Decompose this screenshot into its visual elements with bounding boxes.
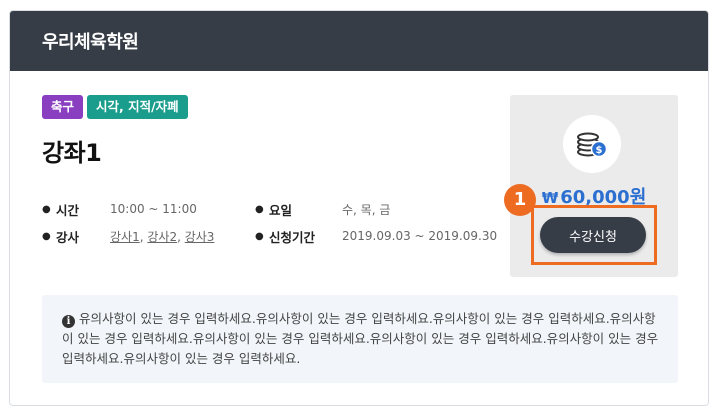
time-label: 시간 [56,202,80,218]
teacher-link[interactable]: 강사3 [185,230,215,244]
period-label: 신청기간 [269,229,316,245]
teacher-link[interactable]: 강사2 [147,230,177,244]
apply-button[interactable]: 수강신청 [540,217,646,253]
tag-list: 축구 시각, 지적/자폐 [42,95,188,119]
course-info-right: ● 요일 수, 목, 금 ● 신청기간 2019.09.03 ~ 2019.09… [255,197,497,251]
notice-text: 유의사항이 있는 경우 입력하세요.유의사항이 있는 경우 입력하세요.유의사항… [62,311,659,366]
notice-box: i 유의사항이 있는 경우 입력하세요.유의사항이 있는 경우 입력하세요.유의사… [42,295,678,383]
svg-text:$: $ [596,145,603,156]
teacher-label: 강사 [56,229,80,245]
day-value: 수, 목, 금 [342,202,391,217]
day-label: 요일 [269,202,293,218]
price-box: $ ₩60,000원 수강신청 [510,95,678,277]
teacher-row: ● 강사 강사1, 강사2, 강사3 [42,224,214,248]
bullet-icon: ● [255,230,264,242]
period-row: ● 신청기간 2019.09.03 ~ 2019.09.30 [255,224,497,248]
day-row: ● 요일 수, 목, 금 [255,197,497,221]
period-value: 2019.09.03 ~ 2019.09.30 [342,229,498,243]
time-value: 10:00 ~ 11:00 [110,202,197,216]
bullet-icon: ● [42,203,51,215]
teacher-link[interactable]: 강사1 [110,230,140,244]
tag-sport: 축구 [42,95,84,119]
info-icon: i [62,315,75,328]
teacher-list: 강사1, 강사2, 강사3 [110,229,215,244]
academy-title: 우리체육학원 [42,32,139,53]
step-badge: 1 [504,184,536,216]
course-card: 우리체육학원 축구 시각, 지적/자폐 강좌1 ● 시간 10:00 ~ 11:… [9,10,709,406]
tag-disability: 시각, 지적/자폐 [87,95,188,119]
card-header: 우리체육학원 [10,11,708,71]
bullet-icon: ● [42,230,51,242]
course-info-left: ● 시간 10:00 ~ 11:00 ● 강사 강사1, 강사2, 강사3 [42,197,214,251]
course-title: 강좌1 [42,139,102,167]
time-row: ● 시간 10:00 ~ 11:00 [42,197,214,221]
bullet-icon: ● [255,203,264,215]
coins-icon: $ [563,115,621,173]
